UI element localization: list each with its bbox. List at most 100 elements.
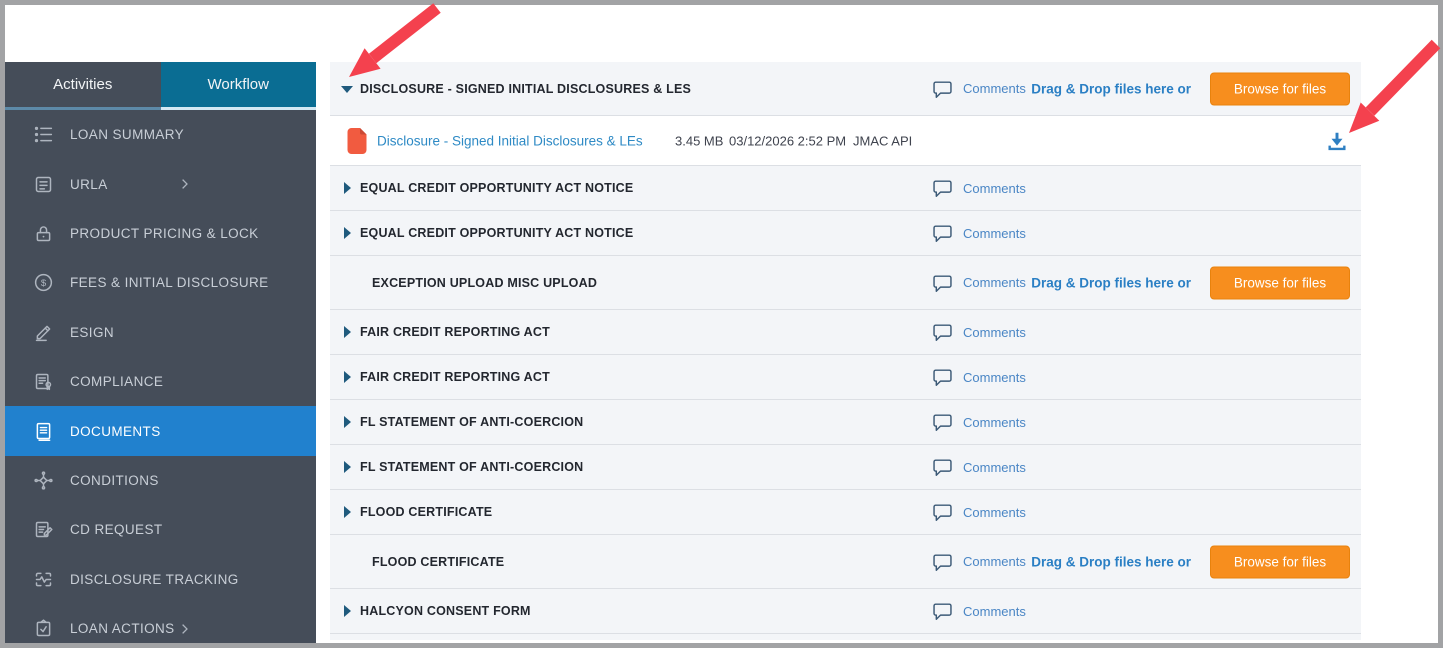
document-title: FAIR CREDIT REPORTING ACT — [360, 325, 550, 339]
list-icon — [33, 124, 55, 146]
tab-activities[interactable]: Activities — [5, 62, 161, 110]
document-title: FLOOD CERTIFICATE — [360, 505, 493, 519]
comment-bubble-icon — [931, 412, 954, 432]
sidebar-item-esign[interactable]: ESIGN — [5, 308, 316, 357]
document-row-fair-credit-reporting-act: FAIR CREDIT REPORTING ACT Comments — [330, 355, 1361, 400]
document-row-partial — [330, 634, 1361, 640]
comment-bubble-icon — [931, 273, 954, 293]
caret-right-icon[interactable] — [342, 605, 352, 617]
sidebar-item-conditions[interactable]: CONDITIONS — [5, 456, 316, 505]
caret-right-icon[interactable] — [342, 461, 352, 473]
sidebar-item-label: CONDITIONS — [70, 472, 159, 488]
document-row-halcyon-consent-form: HALCYON CONSENT FORM Comments — [330, 589, 1361, 634]
document-row-disclosure-signed-initial-disclosures-les: DISCLOSURE - SIGNED INITIAL DISCLOSURES … — [330, 62, 1361, 116]
document-row-exception-upload-misc-upload: EXCEPTION UPLOAD MISC UPLOAD Comments Drag… — [330, 256, 1361, 310]
sidebar-item-loan-actions[interactable]: LOAN ACTIONS — [5, 604, 316, 648]
caret-right-icon[interactable] — [342, 506, 352, 518]
comments-button[interactable]: Comments — [931, 457, 1026, 477]
sidebar-item-cd-request[interactable]: CD REQUEST — [5, 505, 316, 554]
sidebar-item-loan-summary[interactable]: LOAN SUMMARY — [5, 110, 316, 159]
document-title: EQUAL CREDIT OPPORTUNITY ACT NOTICE — [360, 226, 634, 240]
caret-right-icon[interactable] — [342, 416, 352, 428]
tab-workflow[interactable]: Workflow — [160, 62, 316, 110]
document-row-flood-certificate: FLOOD CERTIFICATE Comments Drag & Drop fil… — [330, 535, 1361, 589]
sidebar-item-urla[interactable]: URLA — [5, 159, 316, 208]
document-title: EQUAL CREDIT OPPORTUNITY ACT NOTICE — [360, 181, 634, 195]
svg-text:$: $ — [41, 278, 47, 289]
comments-label: Comments — [963, 369, 1026, 385]
chevron-right-icon — [177, 177, 192, 192]
document-row-equal-credit-opportunity-act-notice: EQUAL CREDIT OPPORTUNITY ACT NOTICE Comme… — [330, 211, 1361, 256]
document-row-fl-statement-of-anti-coercion: FL STATEMENT OF ANTI-COERCION Comments — [330, 400, 1361, 445]
sidebar-item-fees-initial-disclosure[interactable]: $ FEES & INITIAL DISCLOSURE — [5, 258, 316, 307]
comments-label: Comments — [963, 275, 1026, 290]
sidebar-item-disclosure-tracking[interactable]: DISCLOSURE TRACKING — [5, 555, 316, 604]
sidebar-item-label: LOAN SUMMARY — [70, 127, 185, 143]
caret-right-icon[interactable] — [342, 227, 352, 239]
comments-button[interactable]: Comments — [931, 223, 1026, 243]
sidebar-item-label: DISCLOSURE TRACKING — [70, 571, 239, 587]
caret-right-icon[interactable] — [342, 182, 352, 194]
comments-button[interactable]: Comments — [931, 601, 1026, 621]
comment-bubble-icon — [931, 552, 954, 572]
sidebar-item-compliance[interactable]: COMPLIANCE — [5, 357, 316, 406]
certificate-icon — [33, 371, 55, 393]
file-row: Disclosure - Signed Initial Disclosures … — [330, 116, 1361, 166]
comments-label: Comments — [963, 504, 1026, 520]
comments-button[interactable]: Comments — [931, 178, 1026, 198]
sidebar-tabs: Activities Workflow — [5, 62, 316, 110]
comment-bubble-icon — [931, 223, 954, 243]
sidebar-items: LOAN SUMMARY URLA PRODUCT PRICING & LOCK $ F… — [5, 110, 316, 648]
sidebar-item-label: LOAN ACTIONS — [70, 621, 175, 637]
document-title: FAIR CREDIT REPORTING ACT — [360, 370, 550, 384]
file-date: 03/12/2026 2:52 PM — [729, 133, 847, 148]
comment-bubble-icon — [931, 79, 954, 99]
caret-right-icon[interactable] — [342, 326, 352, 338]
chevron-right-icon — [177, 621, 192, 636]
browse-for-files-button[interactable]: Browse for files — [1210, 266, 1350, 299]
document-title: FLOOD CERTIFICATE — [372, 554, 505, 569]
comments-button[interactable]: Comments — [931, 367, 1026, 387]
document-title: DISCLOSURE - SIGNED INITIAL DISCLOSURES … — [360, 81, 692, 96]
sidebar-item-documents[interactable]: DOCUMENTS — [5, 406, 316, 456]
browse-for-files-button[interactable]: Browse for files — [1210, 545, 1350, 578]
sidebar-item-label: CD REQUEST — [70, 522, 163, 538]
comment-bubble-icon — [931, 502, 954, 522]
comments-button[interactable]: Comments — [931, 322, 1026, 342]
document-list: DISCLOSURE - SIGNED INITIAL DISCLOSURES … — [330, 62, 1361, 640]
file-link[interactable]: Disclosure - Signed Initial Disclosures … — [377, 133, 643, 148]
comments-label: Comments — [963, 81, 1026, 96]
comment-bubble-icon — [931, 457, 954, 477]
comments-button[interactable]: Comments — [931, 273, 1026, 293]
drag-drop-label: Drag & Drop files here or — [1031, 81, 1191, 96]
file-icon[interactable] — [345, 127, 369, 155]
document-row-fair-credit-reporting-act: FAIR CREDIT REPORTING ACT Comments — [330, 310, 1361, 355]
comments-label: Comments — [963, 225, 1026, 241]
urla-doc-icon — [33, 173, 55, 195]
document-title: HALCYON CONSENT FORM — [360, 604, 531, 618]
pen-icon — [33, 321, 55, 343]
sidebar-item-product-pricing-lock[interactable]: PRODUCT PRICING & LOCK — [5, 209, 316, 258]
download-icon[interactable] — [1326, 130, 1348, 152]
sidebar-item-label: FEES & INITIAL DISCLOSURE — [70, 275, 269, 291]
file-size: 3.45 MB — [675, 133, 724, 148]
comments-button[interactable]: Comments — [931, 502, 1026, 522]
comments-label: Comments — [963, 414, 1026, 430]
caret-down-icon[interactable] — [341, 84, 353, 94]
sidebar-item-label: PRODUCT PRICING & LOCK — [70, 225, 259, 241]
comments-button[interactable]: Comments — [931, 552, 1026, 572]
comments-button[interactable]: Comments — [931, 79, 1026, 99]
comments-button[interactable]: Comments — [931, 412, 1026, 432]
comment-bubble-icon — [931, 322, 954, 342]
comments-label: Comments — [963, 180, 1026, 196]
drag-drop-label: Drag & Drop files here or — [1031, 554, 1191, 569]
comment-bubble-icon — [931, 367, 954, 387]
annotation-arrow-download — [1349, 39, 1441, 133]
lock-icon — [33, 222, 55, 244]
caret-right-icon[interactable] — [342, 371, 352, 383]
sidebar-item-label: DOCUMENTS — [70, 423, 161, 439]
browse-for-files-button[interactable]: Browse for files — [1210, 72, 1350, 105]
comments-label: Comments — [963, 459, 1026, 475]
drag-drop-label: Drag & Drop files here or — [1031, 275, 1191, 290]
sidebar-item-label: ESIGN — [70, 324, 115, 340]
